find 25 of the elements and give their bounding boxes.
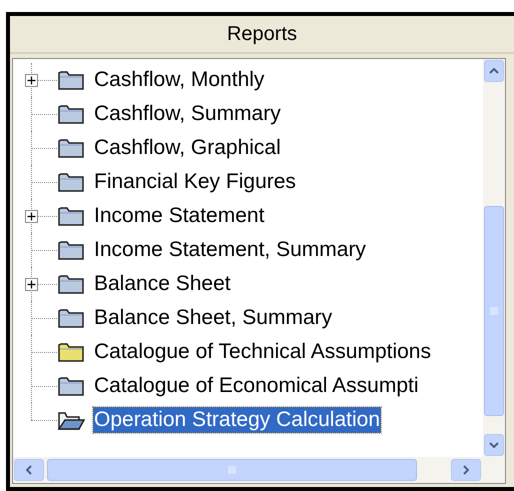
- tree-item[interactable]: Operation Strategy Calculation: [93, 407, 381, 433]
- tree-item[interactable]: Cashflow, Summary: [93, 101, 282, 127]
- vertical-scrollbar[interactable]: [483, 59, 505, 457]
- tree-item[interactable]: Income Statement: [93, 203, 266, 229]
- tree-item[interactable]: Balance Sheet, Summary: [93, 305, 334, 331]
- scroll-down-button[interactable]: [484, 434, 504, 456]
- tree-item[interactable]: Cashflow, Graphical: [93, 135, 282, 161]
- grip-icon: [228, 466, 236, 474]
- scroll-thumb[interactable]: [47, 459, 417, 481]
- grip-icon: [490, 307, 498, 315]
- tree-item[interactable]: Catalogue of Economical Assumpti: [93, 373, 420, 399]
- scroll-right-button[interactable]: [451, 459, 481, 481]
- horizontal-scrollbar[interactable]: [13, 457, 505, 483]
- scroll-left-button[interactable]: [14, 459, 44, 481]
- expand-toggle[interactable]: [25, 210, 38, 223]
- tree-item[interactable]: Catalogue of Technical Assumptions: [93, 339, 432, 365]
- tree-item[interactable]: Financial Key Figures: [93, 169, 297, 195]
- scroll-thumb[interactable]: [484, 206, 504, 416]
- tree-item[interactable]: Cashflow, Monthly: [93, 67, 266, 93]
- expand-toggle[interactable]: [25, 74, 38, 87]
- tree-item[interactable]: Income Statement, Summary: [93, 237, 367, 263]
- tree-item[interactable]: Balance Sheet: [93, 271, 232, 297]
- panel-header: Reports: [10, 16, 514, 54]
- scroll-up-button[interactable]: [484, 60, 504, 82]
- expand-toggle[interactable]: [25, 278, 38, 291]
